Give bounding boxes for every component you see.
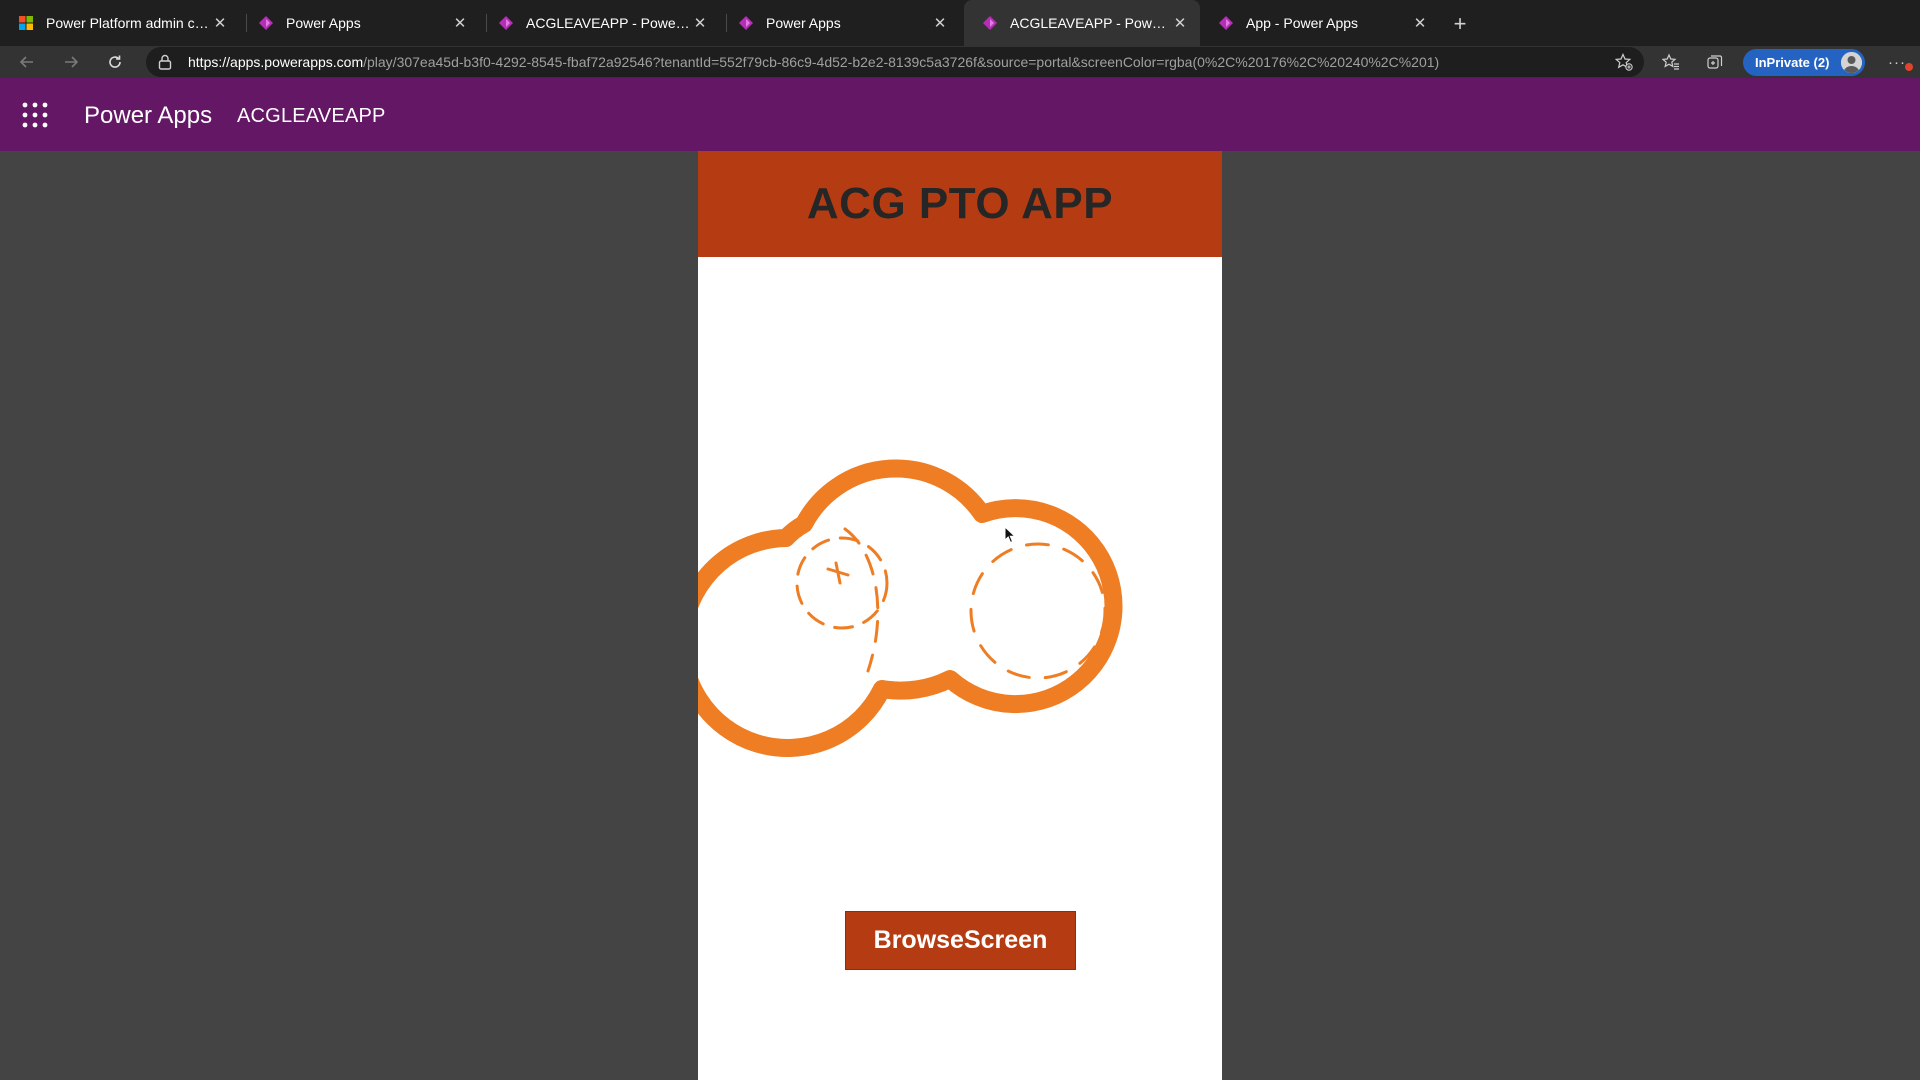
tab-close-icon[interactable]: ✕	[450, 13, 470, 33]
refresh-icon	[109, 55, 121, 68]
forward-button[interactable]	[58, 50, 84, 74]
power-apps-icon	[498, 15, 514, 31]
microsoft-logo-icon	[18, 15, 34, 31]
add-favorite-button[interactable]	[1611, 50, 1637, 74]
tab-power-apps[interactable]: Power Apps ✕	[240, 0, 480, 46]
address-bar[interactable]: https://apps.powerapps.com/play/307ea45d…	[146, 47, 1644, 77]
app-name-label: ACGLEAVEAPP	[237, 105, 386, 127]
star-add-icon	[1615, 53, 1633, 71]
favorites-icon	[1662, 53, 1679, 70]
inprivate-label: InPrivate (2)	[1755, 55, 1830, 70]
tab-close-icon[interactable]: ✕	[1410, 13, 1430, 33]
tab-title: Power Apps	[286, 15, 361, 31]
back-arrow-icon	[19, 56, 33, 68]
notification-badge-icon	[1905, 63, 1913, 71]
settings-more-button[interactable]: ···	[1880, 50, 1914, 74]
power-apps-icon	[258, 15, 274, 31]
tab-title: ACGLEAVEAPP - Power Apps	[1010, 15, 1170, 31]
tab-acgleaveapp[interactable]: ACGLEAVEAPP - Power Apps ✕	[480, 0, 720, 46]
app-screen: ACG PTO APP BrowseScreen	[698, 151, 1222, 1080]
power-apps-brand-link[interactable]: Power Apps	[84, 102, 212, 130]
lock-icon	[158, 54, 172, 70]
url-text: https://apps.powerapps.com/play/307ea45d…	[188, 54, 1628, 70]
url-scheme: https://	[188, 54, 231, 70]
collections-button[interactable]	[1702, 50, 1728, 74]
browser-tab-strip: Power Platform admin center ✕ Power Apps…	[0, 0, 1920, 46]
browse-screen-button[interactable]: BrowseScreen	[845, 911, 1076, 970]
tab-title: Power Platform admin center	[46, 15, 210, 31]
tab-app-power-apps[interactable]: App - Power Apps ✕	[1200, 0, 1440, 46]
app-title: ACG PTO APP	[806, 179, 1114, 228]
mouse-cursor-icon	[1004, 526, 1016, 544]
power-apps-icon	[738, 15, 754, 31]
forward-arrow-icon	[65, 56, 79, 68]
refresh-button[interactable]	[102, 50, 128, 74]
app-title-bar: ACG PTO APP	[698, 151, 1222, 257]
tab-power-platform-admin-center[interactable]: Power Platform admin center ✕	[0, 0, 240, 46]
tab-close-icon[interactable]: ✕	[690, 13, 710, 33]
url-path: /play/307ea45d-b3f0-4292-8545-fbaf72a925…	[363, 54, 1440, 70]
favorites-button[interactable]	[1658, 50, 1684, 74]
tab-close-icon[interactable]: ✕	[1170, 13, 1190, 33]
tab-title: Power Apps	[766, 15, 841, 31]
power-apps-header: Power Apps ACGLEAVEAPP	[0, 78, 1920, 151]
url-host: apps.powerapps.com	[230, 54, 364, 70]
tab-title: App - Power Apps	[1246, 15, 1359, 31]
cloud-logo-image	[698, 459, 1123, 757]
tab-power-apps-2[interactable]: Power Apps ✕	[720, 0, 960, 46]
new-tab-button[interactable]: +	[1447, 11, 1473, 37]
power-apps-icon	[1218, 15, 1234, 31]
tab-acgleaveapp-active[interactable]: ACGLEAVEAPP - Power Apps ✕	[964, 0, 1200, 46]
tab-close-icon[interactable]: ✕	[210, 13, 230, 33]
inprivate-profile-button[interactable]: InPrivate (2)	[1743, 49, 1865, 76]
back-button[interactable]	[14, 50, 40, 74]
tab-title: ACGLEAVEAPP - Power Apps	[526, 15, 690, 31]
profile-avatar-icon	[1841, 52, 1862, 73]
power-apps-icon	[982, 15, 998, 31]
browser-toolbar: https://apps.powerapps.com/play/307ea45d…	[0, 46, 1920, 78]
collections-icon	[1707, 55, 1723, 69]
app-launcher-waffle-icon[interactable]	[20, 100, 50, 130]
more-icon: ···	[1888, 53, 1906, 71]
tab-close-icon[interactable]: ✕	[930, 13, 950, 33]
